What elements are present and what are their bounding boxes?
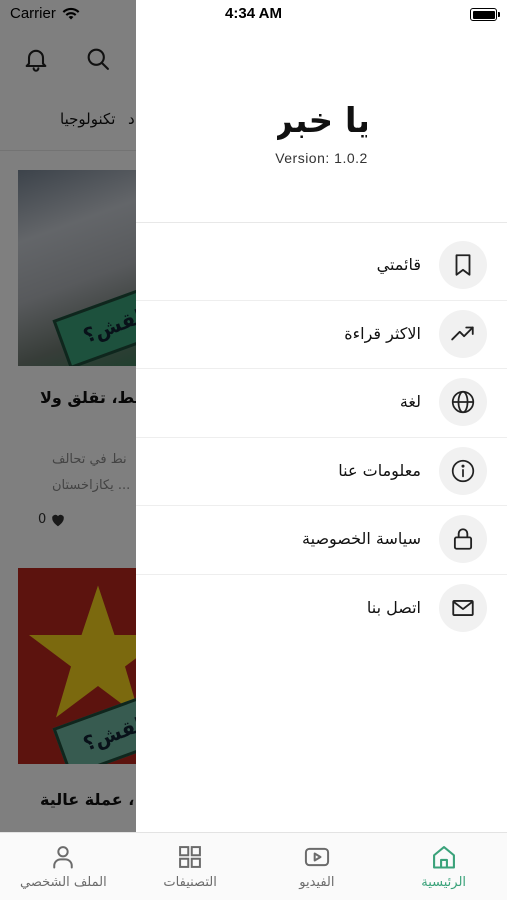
menu-item-label: الاكثر قراءة xyxy=(344,323,421,343)
drawer-menu: قائمتي الاكثر قراءة لغة معلومات عنا سياس… xyxy=(136,232,507,643)
status-time: 4:34 AM xyxy=(225,5,282,22)
tab-video[interactable]: الفيديو xyxy=(254,833,381,900)
menu-item-about[interactable]: معلومات عنا xyxy=(136,438,507,506)
tab-label: الفيديو xyxy=(299,875,335,890)
menu-item-most-read[interactable]: الاكثر قراءة xyxy=(136,301,507,369)
divider xyxy=(136,222,507,223)
tab-home[interactable]: الرئيسية xyxy=(380,833,507,900)
grid-icon xyxy=(179,846,202,868)
person-icon xyxy=(53,846,74,869)
info-icon xyxy=(451,459,475,482)
icon-circle xyxy=(439,583,487,632)
tab-categories[interactable]: التصنيفات xyxy=(127,833,254,900)
bookmark-icon xyxy=(455,254,471,276)
menu-item-label: لغة xyxy=(399,392,421,411)
battery-icon xyxy=(470,8,500,21)
status-bar: Carrier 4:34 AM xyxy=(0,0,507,30)
icon-circle xyxy=(439,378,487,426)
menu-item-language[interactable]: لغة xyxy=(136,369,507,438)
icon-circle xyxy=(439,309,487,358)
mail-icon xyxy=(452,599,474,616)
tab-label: الرئيسية xyxy=(421,875,467,890)
svg-text:يا خبر: يا خبر xyxy=(277,101,367,141)
trending-icon xyxy=(451,326,474,340)
icon-circle xyxy=(439,446,487,495)
tab-profile[interactable]: الملف الشخصي xyxy=(0,833,127,900)
tab-bar: الملف الشخصي التصنيفات الفيديو الرئيسية xyxy=(0,832,507,900)
icon-circle xyxy=(439,241,487,289)
globe-icon xyxy=(451,390,475,414)
menu-item-label: اتصل بنا xyxy=(366,597,421,617)
menu-item-label: قائمتي xyxy=(376,255,421,274)
lock-icon xyxy=(453,528,473,550)
video-icon xyxy=(304,847,329,867)
menu-item-my-list[interactable]: قائمتي xyxy=(136,232,507,301)
menu-item-label: سياسة الخصوصية xyxy=(302,529,421,548)
side-drawer: يا خبر Version: 1.0.2 قائمتي الاكثر قراء… xyxy=(136,0,507,832)
app-version: Version: 1.0.2 xyxy=(275,150,368,166)
icon-circle xyxy=(439,515,487,563)
logo-wordmark: يا خبر xyxy=(271,101,370,141)
menu-item-privacy[interactable]: سياسة الخصوصية xyxy=(136,506,507,575)
menu-item-label: معلومات عنا xyxy=(338,460,421,480)
tab-label: الملف الشخصي xyxy=(20,875,107,890)
home-icon xyxy=(432,846,455,869)
tab-label: التصنيفات xyxy=(163,875,217,890)
menu-item-contact[interactable]: اتصل بنا xyxy=(136,575,507,644)
app-logo: يا خبر xyxy=(136,96,507,148)
